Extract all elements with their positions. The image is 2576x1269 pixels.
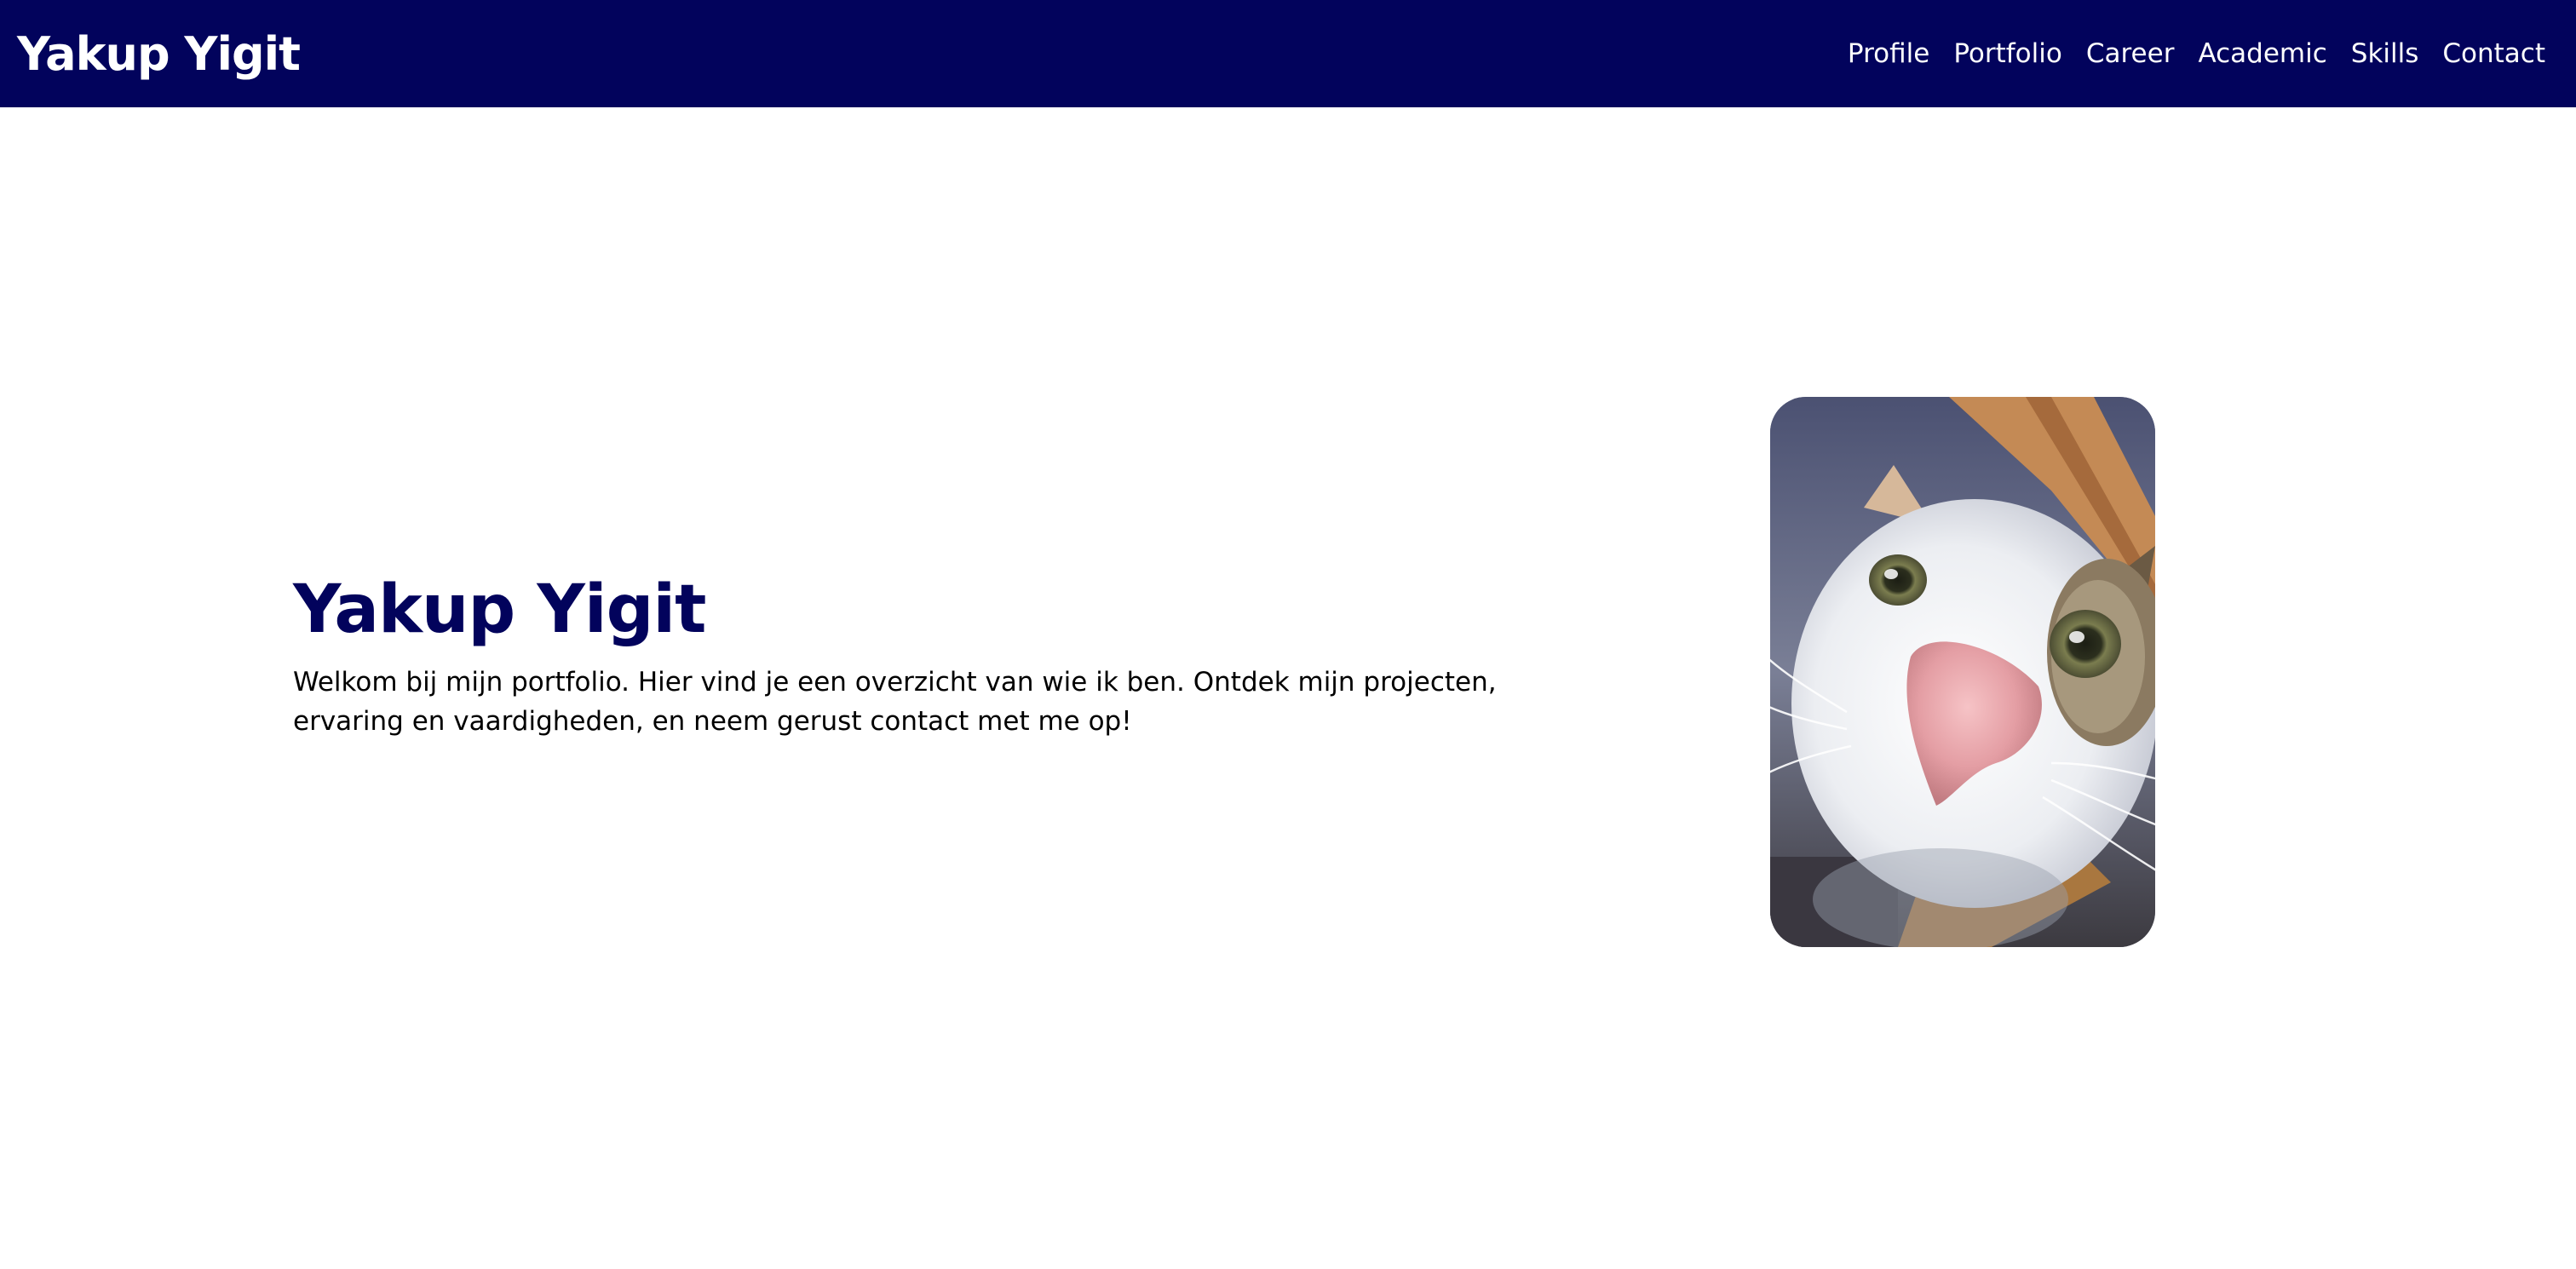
nav-link-academic[interactable]: Academic [2198,38,2326,69]
nav-item-portfolio: Portfolio [1953,38,2062,69]
hero-title: Yakup Yigit [293,571,706,648]
main-navigation: Profile Portfolio Career Academic Skills… [1848,38,2545,69]
nav-item-career: Career [2086,38,2175,69]
nav-link-skills[interactable]: Skills [2351,38,2419,69]
cat-photo-illustration [1770,397,2155,947]
nav-item-academic: Academic [2198,38,2326,69]
nav-link-profile[interactable]: Profile [1848,38,1929,69]
hero-section: Yakup Yigit Welkom bij mijn portfolio. H… [293,569,1571,741]
nav-item-skills: Skills [2351,38,2419,69]
nav-link-contact[interactable]: Contact [2442,38,2545,69]
nav-link-portfolio[interactable]: Portfolio [1953,38,2062,69]
nav-link-career[interactable]: Career [2086,38,2175,69]
nav-links-list: Profile Portfolio Career Academic Skills… [1848,38,2545,69]
nav-item-contact: Contact [2442,38,2545,69]
brand-logo-link[interactable]: Yakup Yigit [17,27,301,81]
nav-item-profile: Profile [1848,38,1929,69]
top-navigation-bar: Yakup Yigit Profile Portfolio Career Aca… [0,0,2576,107]
hero-intro-text: Welkom bij mijn portfolio. Hier vind je … [293,667,1497,737]
profile-photo [1770,397,2155,947]
